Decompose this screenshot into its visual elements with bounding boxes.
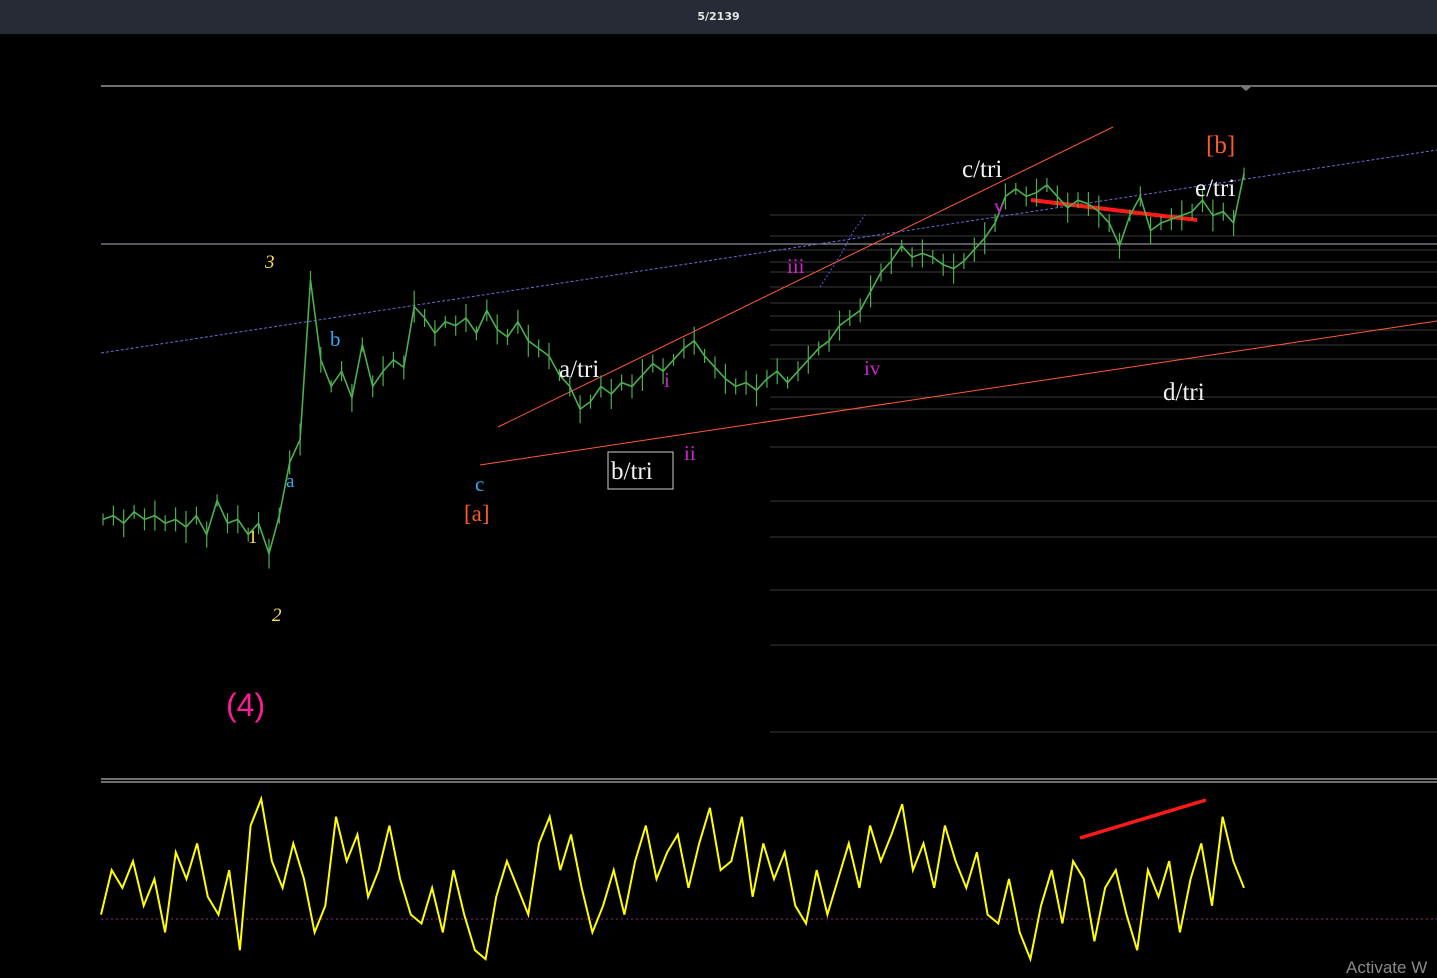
wave-label-i: i — [664, 368, 670, 392]
wave-label-4: (4) — [226, 687, 265, 723]
chart-canvas[interactable]: (4) 1 2 3 a b c [a] a/tri b/tri i ii iii… — [0, 34, 1437, 977]
price-divergence-line — [1030, 198, 1198, 222]
price-bars — [102, 167, 1245, 569]
activation-watermark: Activate W — [1346, 958, 1428, 977]
scroll-marker-icon[interactable] — [1240, 86, 1252, 91]
wave-label-2: 2 — [272, 605, 282, 626]
wave-label-iv: iv — [864, 356, 881, 380]
upper-channel-dotted-line — [100, 149, 1437, 354]
window-title: 5/2139 — [697, 10, 740, 23]
wave-label-1: 1 — [248, 527, 258, 548]
wave-label-b-tri: b/tri — [611, 458, 653, 485]
oscillator-series-line — [100, 795, 1245, 963]
wave-label-d-tri: d/tri — [1163, 379, 1205, 406]
triangle-lower-trendline — [479, 320, 1437, 466]
wave-label-iii: iii — [787, 254, 805, 278]
wave-label-v: v — [994, 194, 1005, 218]
wave-label-a-tri: a/tri — [559, 356, 599, 383]
wave-label-ii: ii — [684, 441, 696, 465]
wave-label-c-tri: c/tri — [962, 156, 1002, 183]
wave-label-c: c — [475, 472, 484, 496]
wave-label-bracket-a: [a] — [464, 501, 490, 526]
top-bar: 5/2139 — [0, 0, 1437, 34]
wave-label-b: b — [330, 327, 341, 351]
wave-label-bracket-b: [b] — [1206, 132, 1235, 159]
wave-label-e-tri: e/tri — [1195, 175, 1235, 202]
wave-label-3: 3 — [264, 252, 275, 273]
wave-label-a: a — [286, 471, 295, 492]
oscillator-divergence-line — [1079, 798, 1207, 840]
